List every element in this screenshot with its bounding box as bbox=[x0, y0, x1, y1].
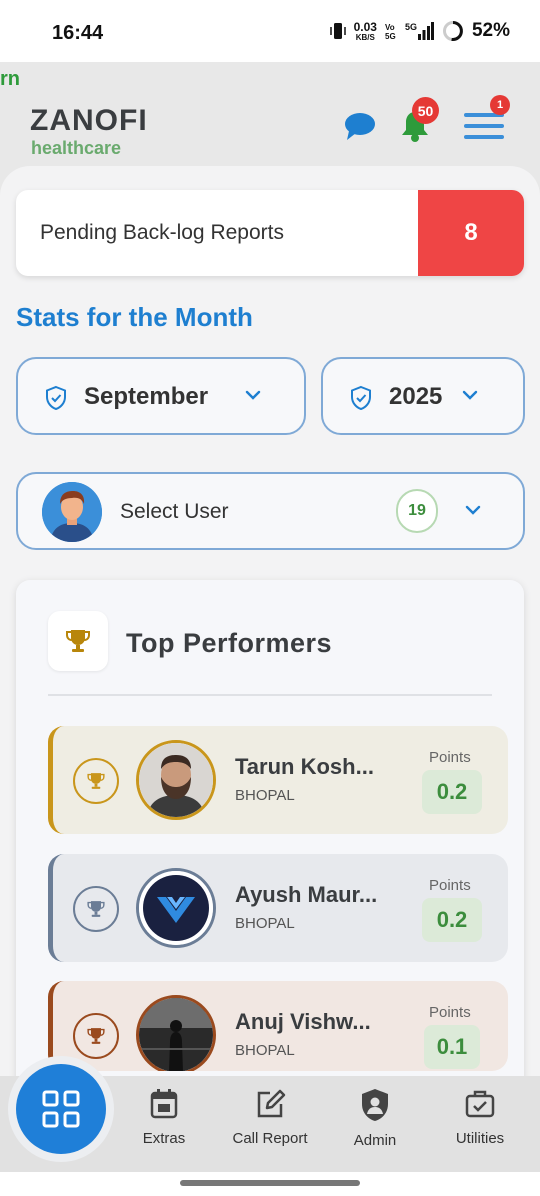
brand-subtitle: healthcare bbox=[31, 138, 122, 158]
nav-utilities-label: Utilities bbox=[455, 1130, 505, 1147]
points-label: Points bbox=[429, 1004, 471, 1021]
rank-badge bbox=[73, 1013, 119, 1059]
year-value: 2025 bbox=[389, 383, 443, 410]
admin-shield-icon bbox=[362, 1089, 388, 1121]
rank-badge bbox=[73, 758, 119, 804]
nav-extras[interactable]: Extras bbox=[114, 1088, 214, 1168]
trophy-icon bbox=[87, 773, 105, 789]
logo-avatar bbox=[139, 871, 213, 945]
performer-city: BHOPAL bbox=[235, 787, 295, 804]
pending-backlog-card[interactable]: Pending Back-log Reports 8 bbox=[16, 190, 524, 276]
chat-icon bbox=[345, 113, 375, 140]
points-value: 0.2 bbox=[422, 770, 482, 814]
calendar-icon bbox=[150, 1089, 178, 1119]
notification-badge: 50 bbox=[412, 97, 439, 124]
bearded-man-photo bbox=[139, 743, 213, 817]
svg-text:Vo: Vo bbox=[385, 23, 395, 32]
user-select[interactable]: Select User 19 bbox=[16, 472, 525, 550]
pending-backlog-count: 8 bbox=[418, 190, 524, 276]
marquee-text: rn bbox=[0, 68, 20, 90]
net-speed: 0.03 KB/S bbox=[354, 21, 377, 42]
edit-icon bbox=[257, 1089, 286, 1118]
pending-backlog-label: Pending Back-log Reports bbox=[40, 221, 284, 244]
net-speed-value: 0.03 bbox=[353, 19, 377, 34]
trophy-icon bbox=[87, 901, 105, 917]
main-content: Pending Back-log Reports 8 Stats for the… bbox=[0, 166, 540, 1100]
points-value: 0.1 bbox=[424, 1025, 480, 1069]
signal-icon bbox=[417, 22, 434, 40]
net-speed-unit: KB/S bbox=[355, 32, 375, 42]
dashboard-fab-button[interactable] bbox=[16, 1064, 106, 1154]
trophy-header-badge bbox=[48, 611, 108, 671]
divider bbox=[48, 694, 492, 696]
points-label: Points bbox=[429, 749, 471, 766]
year-select[interactable]: 2025 bbox=[321, 357, 525, 435]
performer-avatar bbox=[136, 740, 216, 820]
top-performers-title: Top Performers bbox=[126, 628, 333, 658]
app-header: rn ZANOFI healthcare bbox=[0, 62, 540, 172]
stats-section-title: Stats for the Month bbox=[16, 302, 253, 332]
home-indicator[interactable] bbox=[180, 1180, 360, 1186]
brand-name: ZANOFI bbox=[30, 104, 148, 137]
user-count-badge: 19 bbox=[396, 489, 438, 533]
nav-call-report-label: Call Report bbox=[232, 1130, 308, 1147]
shield-check-icon bbox=[46, 385, 66, 411]
top-performers-card: Top Performers Tarun Kosh... BHOPAL Poin… bbox=[16, 580, 524, 1100]
performer-city: BHOPAL bbox=[235, 1042, 295, 1059]
nav-admin[interactable]: Admin bbox=[325, 1088, 425, 1168]
select-user-label: Select User bbox=[120, 500, 229, 523]
month-value: September bbox=[84, 383, 209, 410]
performer-name: Tarun Kosh... bbox=[235, 754, 374, 779]
rank-badge bbox=[73, 886, 119, 932]
nav-admin-label: Admin bbox=[353, 1132, 397, 1149]
dashboard-grid-icon bbox=[42, 1090, 80, 1128]
points-label: Points bbox=[429, 877, 471, 894]
status-time: 16:44 bbox=[52, 22, 104, 44]
chevron-down-icon bbox=[465, 505, 481, 515]
hamburger-icon bbox=[464, 113, 504, 139]
shield-check-icon bbox=[351, 385, 371, 411]
trophy-icon bbox=[87, 1028, 105, 1044]
month-select[interactable]: September bbox=[16, 357, 306, 435]
points-value: 0.2 bbox=[422, 898, 482, 942]
performer-avatar bbox=[136, 995, 216, 1071]
performer-city: BHOPAL bbox=[235, 915, 295, 932]
performer-avatar bbox=[136, 868, 216, 948]
user-avatar bbox=[42, 482, 102, 542]
battery-ring-icon bbox=[442, 21, 463, 41]
trophy-icon bbox=[66, 630, 90, 652]
chevron-down-icon bbox=[462, 390, 478, 400]
nav-call-report[interactable]: Call Report bbox=[220, 1088, 320, 1168]
menu-badge: 1 bbox=[490, 95, 510, 115]
performer-row[interactable]: Tarun Kosh... BHOPAL Points 0.2 bbox=[48, 726, 508, 834]
status-right-group: 0.03 KB/S Vo 5G 5G 52% bbox=[329, 20, 510, 42]
signal-group: 5G bbox=[405, 22, 434, 40]
silhouette-photo bbox=[139, 998, 213, 1071]
nav-utilities[interactable]: Utilities bbox=[430, 1088, 530, 1168]
performer-name: Ayush Maur... bbox=[235, 882, 378, 907]
person-illustration-icon bbox=[42, 482, 102, 542]
briefcase-check-icon bbox=[465, 1090, 495, 1118]
chat-button[interactable] bbox=[342, 108, 378, 144]
vibrate-icon bbox=[329, 23, 346, 39]
svg-text:5G: 5G bbox=[385, 32, 396, 41]
volte-icon: Vo 5G bbox=[385, 23, 396, 41]
nav-extras-label: Extras bbox=[142, 1130, 186, 1147]
status-bar: 16:44 0.03 KB/S Vo 5G 5G 52% bbox=[0, 0, 540, 62]
battery-percent: 52% bbox=[471, 20, 510, 41]
network-type: 5G bbox=[404, 22, 417, 32]
performer-name: Anuj Vishw... bbox=[235, 1009, 371, 1034]
performer-row[interactable]: Anuj Vishw... BHOPAL Points 0.1 bbox=[48, 981, 508, 1071]
chevron-down-icon bbox=[245, 390, 261, 400]
performer-row[interactable]: Ayush Maur... BHOPAL Points 0.2 bbox=[48, 854, 508, 962]
